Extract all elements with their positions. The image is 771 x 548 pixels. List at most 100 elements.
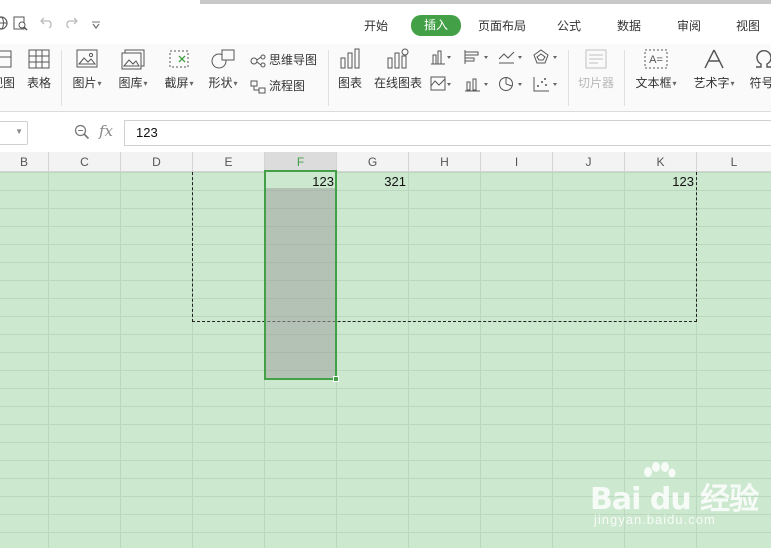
- symbol-button[interactable]: 符号▾: [746, 48, 771, 91]
- symbol-label: 符号: [749, 76, 771, 90]
- radar-chart-icon[interactable]: [533, 49, 559, 68]
- baidu-watermark: Bai du 经验 jingyan.baidu.com: [590, 462, 760, 532]
- chevron-down-icon[interactable]: ▼: [15, 127, 23, 136]
- slicer-button[interactable]: 切片器: [576, 48, 616, 91]
- chevron-down-icon: ▾: [730, 79, 735, 89]
- tab-page-layout[interactable]: 页面布局: [478, 16, 526, 36]
- omega-icon: [756, 49, 771, 68]
- online-chart-label: 在线图表: [373, 76, 422, 90]
- formula-input[interactable]: 123: [124, 120, 771, 146]
- column-header-c[interactable]: C: [49, 152, 121, 172]
- mindmap-button[interactable]: 思维导图: [250, 51, 317, 68]
- slicer-icon: [585, 49, 607, 69]
- gridline: [120, 172, 121, 548]
- chevron-down-icon[interactable]: [91, 18, 101, 34]
- shapes-button[interactable]: 形状▾: [203, 48, 243, 91]
- table-icon: [28, 49, 50, 69]
- flowchart-button[interactable]: 流程图: [250, 77, 305, 94]
- formula-bar: ▼ fx 123: [0, 112, 771, 152]
- screenshot-label: 截屏: [164, 76, 189, 90]
- wordart-label: 艺术字: [693, 76, 730, 90]
- chart-label: 图表: [337, 76, 362, 90]
- chevron-down-icon: ▾: [189, 79, 194, 89]
- ribbon-separator: [61, 50, 62, 106]
- pivot-chart-icon: [0, 50, 12, 68]
- flowchart-label: 流程图: [269, 79, 306, 93]
- shapes-icon: [211, 49, 235, 69]
- svg-text:A=: A=: [649, 54, 663, 66]
- screenshot-button[interactable]: 截屏▾: [159, 48, 199, 91]
- chart-icon: [340, 48, 360, 69]
- column-header-d[interactable]: D: [121, 152, 193, 172]
- line-chart-icon[interactable]: [498, 49, 524, 68]
- ribbon-separator: [624, 50, 625, 106]
- tab-review[interactable]: 审阅: [677, 16, 701, 36]
- ribbon-separator: [328, 50, 329, 106]
- mindmap-label: 思维导图: [269, 53, 318, 67]
- column-header-f[interactable]: F: [265, 152, 337, 172]
- pivot-chart-button[interactable]: 视图: [0, 48, 16, 91]
- column-header-j[interactable]: J: [553, 152, 625, 172]
- table-button[interactable]: 表格: [24, 48, 54, 91]
- picture-label: 图片: [72, 76, 97, 90]
- selected-range[interactable]: [264, 170, 337, 380]
- chevron-down-icon: ▾: [97, 79, 102, 89]
- cell-k1[interactable]: 123: [624, 173, 694, 191]
- chevron-down-icon: ▾: [672, 79, 677, 89]
- column-chart-icon[interactable]: [430, 49, 452, 68]
- tab-data[interactable]: 数据: [617, 16, 641, 36]
- watermark-url: jingyan.baidu.com: [594, 512, 716, 527]
- wordart-icon: [704, 49, 724, 69]
- column-headers: B C D E F G H I J K L: [0, 152, 771, 172]
- column-header-e[interactable]: E: [193, 152, 265, 172]
- chevron-down-icon: ▾: [233, 79, 238, 89]
- slicer-label: 切片器: [577, 76, 614, 90]
- menu-tab-bar: 开始 插入 页面布局 公式 数据 审阅 视图: [0, 0, 771, 44]
- stock-chart-icon[interactable]: [464, 76, 490, 95]
- name-box[interactable]: ▼: [0, 121, 28, 145]
- tab-formulas[interactable]: 公式: [557, 16, 581, 36]
- globe-icon[interactable]: [0, 16, 8, 34]
- gridline: [48, 172, 49, 548]
- redo-icon[interactable]: [64, 16, 78, 32]
- textbox-button[interactable]: A= 文本框▾: [632, 48, 680, 91]
- bar-chart-icon[interactable]: [464, 49, 490, 68]
- undo-icon[interactable]: [40, 16, 54, 32]
- print-preview-icon[interactable]: [13, 16, 28, 35]
- tab-insert[interactable]: 插入: [411, 15, 462, 36]
- column-header-k[interactable]: K: [625, 152, 697, 172]
- column-header-b[interactable]: B: [0, 152, 49, 172]
- column-header-i[interactable]: I: [481, 152, 553, 172]
- cell-g1[interactable]: 321: [336, 173, 406, 191]
- pie-chart-icon[interactable]: [498, 76, 524, 95]
- fill-handle[interactable]: [333, 376, 339, 382]
- column-header-l[interactable]: L: [697, 152, 771, 172]
- column-header-g[interactable]: G: [337, 152, 409, 172]
- textbox-icon: A=: [644, 49, 668, 69]
- ribbon-separator: [568, 50, 569, 106]
- tab-view[interactable]: 视图: [736, 16, 760, 36]
- shapes-label: 形状: [208, 76, 233, 90]
- gallery-icon: [121, 49, 145, 70]
- column-header-h[interactable]: H: [409, 152, 481, 172]
- picture-icon: [76, 49, 98, 68]
- insert-ribbon: 视图 表格 图片▾ 图库▾ 截屏▾ 形状▾ 思维导图 流程图 图表 在线图表: [0, 44, 771, 112]
- tab-home[interactable]: 开始: [364, 16, 388, 36]
- zoom-icon[interactable]: [74, 124, 90, 143]
- flowchart-icon: [250, 80, 266, 94]
- gallery-button[interactable]: 图库▾: [114, 48, 152, 91]
- area-chart-icon[interactable]: [430, 76, 452, 95]
- table-label: 表格: [26, 76, 51, 90]
- online-chart-button[interactable]: 在线图表: [372, 48, 424, 91]
- picture-button[interactable]: 图片▾: [68, 48, 106, 91]
- chart-button[interactable]: 图表: [336, 48, 364, 91]
- mindmap-icon: [250, 54, 266, 68]
- insert-function-button[interactable]: fx: [99, 122, 113, 140]
- textbox-label: 文本框: [635, 76, 672, 90]
- scatter-chart-icon[interactable]: [533, 76, 559, 95]
- cell-f1[interactable]: 123: [264, 173, 334, 191]
- chevron-down-icon: ▾: [143, 79, 148, 89]
- pivot-chart-label: 视图: [0, 76, 15, 90]
- screenshot-icon: [169, 50, 189, 68]
- wordart-button[interactable]: 艺术字▾: [690, 48, 738, 91]
